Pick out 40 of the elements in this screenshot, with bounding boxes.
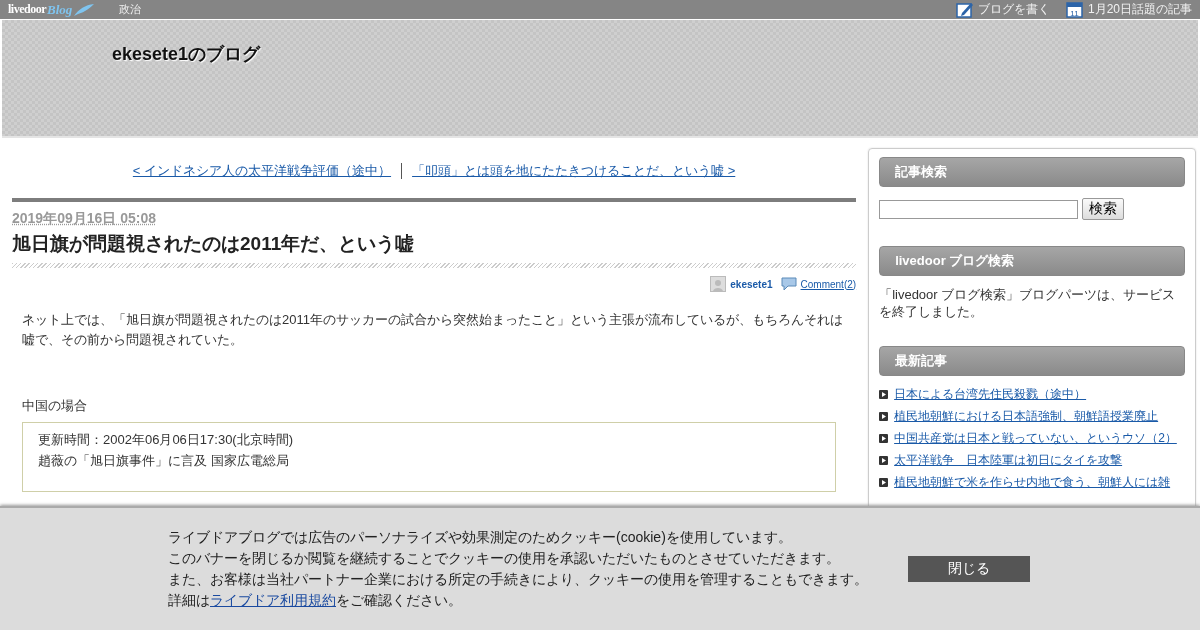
search-field[interactable] bbox=[879, 199, 1079, 219]
notice-text: 詳細はライブドア利用規約をご確認ください。 bbox=[168, 591, 463, 610]
speech-bubble-icon bbox=[780, 277, 797, 291]
next-post-link[interactable]: 「叩頭」とは頭を地にたたきつけることだ、という嘘 > bbox=[412, 162, 736, 180]
logo[interactable]: livedoorBlog bbox=[8, 1, 96, 18]
notice-text: また、お客様は当社パートナー企業における所定の手続きにより、クッキーの使用を管理することもできます。 bbox=[168, 570, 869, 589]
calendar-icon: 11 bbox=[1065, 1, 1083, 18]
article-link[interactable]: 植民地朝鮮における日本語強制、朝鮮語授業廃止 bbox=[894, 408, 1159, 425]
feather-icon bbox=[73, 2, 96, 17]
article-link[interactable]: 日本による台湾先住民殺戮（途中） bbox=[894, 386, 1087, 403]
terms-link[interactable]: ライブドア利用規約 bbox=[210, 592, 336, 608]
search-button[interactable]: 検索 bbox=[1082, 198, 1125, 220]
article-link[interactable]: 植民地朝鮮で米を作らせ内地で食う、朝鮮人には雑 bbox=[894, 474, 1171, 491]
paragraph: 中国の場合 bbox=[22, 397, 88, 415]
widget-header: 最新記事 bbox=[879, 346, 1185, 376]
article-link[interactable]: 中国共産党は日本と戦っていない、というウソ（2） bbox=[894, 430, 1177, 447]
widget-header: 記事検索 bbox=[879, 157, 1185, 187]
bullet-icon bbox=[879, 390, 889, 399]
widget-header: livedoor ブログ検索 bbox=[879, 246, 1185, 276]
pencil-note-icon bbox=[955, 1, 973, 18]
prev-post-link[interactable]: < インドネシア人の太平洋戦争評価（途中） bbox=[132, 162, 392, 180]
bullet-icon bbox=[879, 478, 889, 487]
blog-title[interactable]: ekesete1のブログ bbox=[112, 44, 261, 64]
notice-text: このバナーを閉じるか閲覧を継続することでクッキーの使用を承認いただいたものとさせていただきます。 bbox=[168, 549, 841, 568]
notice-text: ライブドアブログでは広告のパーソナライズや効果測定のためクッキー(cookie)を使用しています。 bbox=[168, 528, 793, 547]
bullet-icon bbox=[879, 412, 889, 421]
avatar-icon bbox=[710, 276, 727, 292]
bullet-icon bbox=[879, 456, 889, 465]
post-date: 2019年09月16日 05:08 bbox=[12, 210, 157, 228]
author-link[interactable]: ekesete1 bbox=[730, 278, 773, 290]
close-button[interactable]: 閉じる bbox=[908, 556, 1030, 582]
post-title: 旭日旗が問題視されたのは2011年だ、という嘘 bbox=[12, 232, 416, 256]
quote-line: 趙薇の「旭日旗事件」に言及 国家広電総局 bbox=[38, 452, 290, 470]
article-link[interactable]: 太平洋戦争 日本陸軍は初日にタイを攻撃 bbox=[894, 452, 1123, 469]
widget-text: 「livedoor ブログ検索」ブログパーツは、サービスを終了しました。 bbox=[879, 286, 1177, 320]
bullet-icon bbox=[879, 434, 889, 443]
paragraph: ネット上では、「旭日旗が問題視されたのは2011年のサッカーの試合から突然始まったこと」という主張が流布しているが、もちろんそれは嘘で、その前から問題視されていた。 bbox=[22, 311, 844, 349]
toplink[interactable]: ブログを書く bbox=[977, 1, 1050, 18]
comments-link[interactable]: Comment(2) bbox=[800, 278, 857, 290]
quote-line: 更新時間：2002年06月06日17:30(北京時間) bbox=[38, 431, 295, 449]
